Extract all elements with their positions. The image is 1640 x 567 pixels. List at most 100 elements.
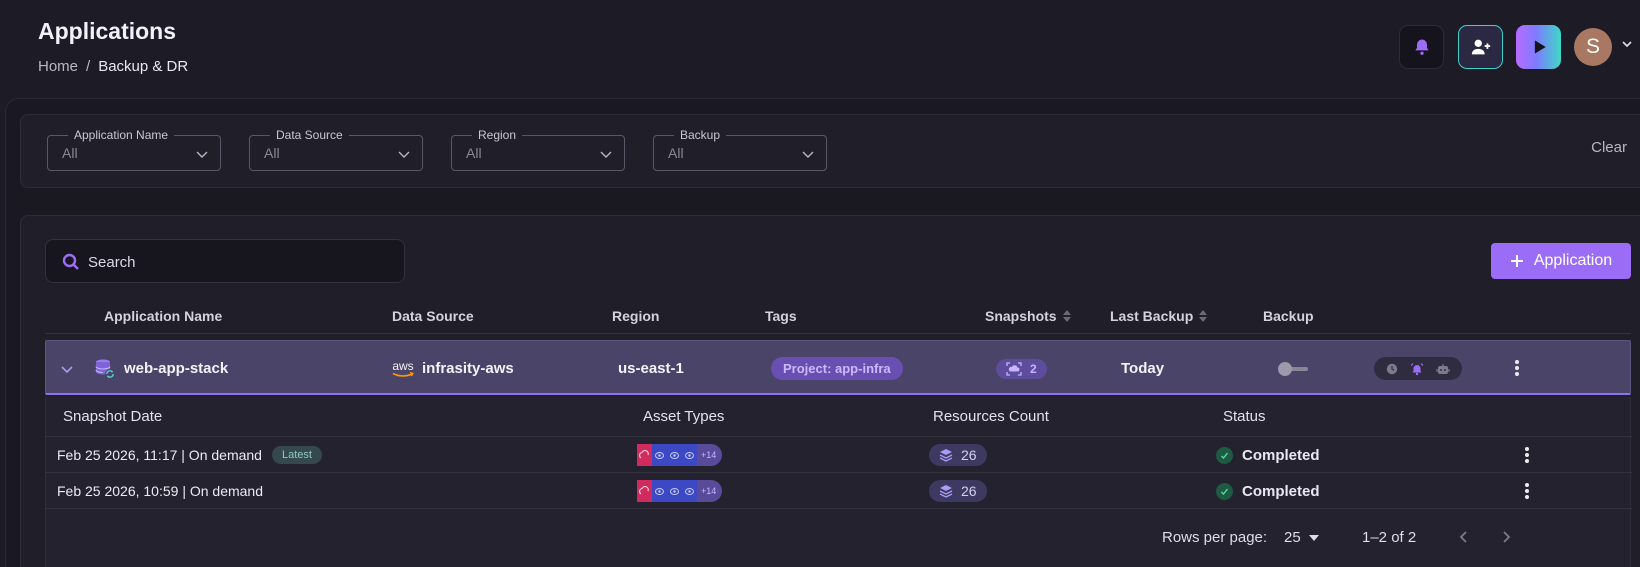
- column-header-status: Status: [1223, 408, 1266, 425]
- tag-chip[interactable]: Project: app-infra: [771, 357, 903, 380]
- search-icon: [62, 253, 79, 270]
- data-source: aws infrasity-aws: [392, 341, 514, 396]
- column-header-data-source[interactable]: Data Source: [392, 308, 474, 324]
- caret-down-icon: [1308, 534, 1319, 541]
- search-input[interactable]: [88, 251, 388, 273]
- chevron-down-icon: [196, 151, 208, 158]
- snapshots-chip[interactable]: 2: [996, 358, 1047, 379]
- data-source-name: infrasity-aws: [422, 360, 514, 377]
- filter-data-source[interactable]: Data Source All: [249, 128, 423, 171]
- cloudtrail-icon: [637, 480, 652, 502]
- database-sync-icon: [95, 359, 115, 379]
- notifications-button[interactable]: [1399, 25, 1444, 69]
- run-button[interactable]: [1516, 25, 1561, 69]
- backup-toggle[interactable]: [1278, 341, 1308, 396]
- asset-types: +14: [637, 473, 723, 509]
- application-icon: [94, 341, 116, 396]
- filter-region[interactable]: Region All: [451, 128, 625, 171]
- chevron-left-icon: [1459, 531, 1467, 543]
- snapshots-subtable: Snapshot Date Asset Types Resources Coun…: [45, 397, 1632, 567]
- table-row[interactable]: web-app-stack aws infrasity-aws us-east-…: [45, 340, 1631, 395]
- subtable-header: Snapshot Date Asset Types Resources Coun…: [46, 397, 1632, 437]
- column-header-region[interactable]: Region: [612, 308, 659, 324]
- chevron-down-icon[interactable]: [1620, 37, 1634, 51]
- clock-icon[interactable]: [1386, 363, 1398, 375]
- next-page-button[interactable]: [1500, 530, 1512, 544]
- breadcrumb: Home / Backup & DR: [38, 58, 188, 75]
- sort-icon[interactable]: [1062, 310, 1071, 322]
- database-icon: [667, 444, 682, 466]
- breadcrumb-home[interactable]: Home: [38, 58, 78, 75]
- chevron-right-icon: [1503, 531, 1511, 543]
- asset-types: +14: [637, 437, 723, 473]
- snapshots-cell: 2: [996, 341, 1047, 396]
- snapshot-row[interactable]: Feb 25 2026, 11:17 | On demand Latest +1…: [46, 437, 1632, 473]
- breadcrumb-current: Backup & DR: [98, 58, 189, 75]
- last-backup: Today: [1121, 360, 1165, 377]
- search-box: [45, 239, 405, 283]
- more-assets-count: +14: [697, 480, 723, 502]
- rows-per-page-label: Rows per page:: [1162, 529, 1268, 546]
- avatar[interactable]: S: [1574, 28, 1612, 66]
- application-name[interactable]: web-app-stack: [124, 341, 228, 396]
- snapshot-date: Feb 25 2026, 11:17 | On demand Latest: [57, 437, 322, 473]
- column-header-snapshot-date: Snapshot Date: [63, 408, 163, 425]
- layers-icon: [939, 449, 953, 462]
- snapshots-count: 2: [1030, 361, 1037, 376]
- column-header-application-name[interactable]: Application Name: [104, 308, 222, 324]
- page-range: 1–2 of 2: [1362, 529, 1417, 546]
- column-header-snapshots[interactable]: Snapshots: [985, 308, 1071, 324]
- database-icon: [682, 480, 697, 502]
- page-header: Applications Home / Backup & DR S: [0, 0, 1640, 96]
- add-application-button[interactable]: Application: [1491, 243, 1631, 279]
- column-header-resources-count: Resources Count: [933, 408, 1049, 425]
- previous-page-button[interactable]: [1458, 530, 1470, 544]
- filter-value: All: [62, 145, 78, 161]
- breadcrumb-separator: /: [86, 58, 91, 75]
- column-header-last-backup[interactable]: Last Backup: [1110, 308, 1208, 324]
- cloudtrail-icon: [637, 444, 652, 466]
- database-icon: [652, 480, 667, 502]
- plus-icon: [1510, 255, 1523, 267]
- chevron-down-icon: [600, 151, 612, 158]
- check-circle-icon: [1216, 482, 1233, 500]
- database-icon: [652, 444, 667, 466]
- snapshot-menu-button[interactable]: [1519, 481, 1535, 501]
- resources-count: 26: [929, 473, 987, 509]
- column-header-backup[interactable]: Backup: [1263, 308, 1314, 324]
- user-plus-icon: [1471, 39, 1490, 55]
- database-icon: [682, 444, 697, 466]
- play-icon: [1534, 40, 1546, 54]
- toggle-track: [1278, 361, 1308, 376]
- status: Completed: [1216, 473, 1320, 509]
- pagination: Rows per page: 25 1–2 of 2: [46, 517, 1632, 557]
- chevron-down-icon: [398, 151, 410, 158]
- snapshot-row[interactable]: Feb 25 2026, 10:59 | On demand +14 26 Co…: [46, 473, 1632, 509]
- bell-icon: [1414, 39, 1429, 55]
- filter-label: Data Source: [270, 128, 349, 142]
- resources-count: 26: [929, 437, 987, 473]
- rows-per-page-select[interactable]: 25: [1284, 529, 1319, 546]
- filter-backup[interactable]: Backup All: [653, 128, 827, 171]
- applications-panel: Application Application Name Data Source…: [20, 215, 1640, 567]
- status: Completed: [1216, 437, 1320, 473]
- invite-user-button[interactable]: [1458, 25, 1503, 69]
- filter-application-name[interactable]: Application Name All: [47, 128, 221, 171]
- clear-filters-button[interactable]: Clear: [1591, 139, 1627, 156]
- filter-label: Region: [472, 128, 523, 142]
- filter-value: All: [466, 145, 482, 161]
- filter-bar: Application Name All Data Source All Reg…: [20, 114, 1640, 188]
- latest-badge: Latest: [271, 446, 322, 464]
- sort-icon[interactable]: [1199, 310, 1208, 322]
- expand-row-button[interactable]: [60, 341, 74, 396]
- filter-label: Application Name: [68, 128, 175, 142]
- snapshot-menu-button[interactable]: [1519, 445, 1535, 465]
- table-header: Application Name Data Source Region Tags…: [45, 298, 1631, 334]
- robot-icon[interactable]: [1436, 362, 1450, 376]
- row-menu-button[interactable]: [1509, 358, 1525, 378]
- check-circle-icon: [1216, 446, 1233, 464]
- alarm-icon[interactable]: [1410, 362, 1424, 376]
- layers-icon: [939, 485, 953, 498]
- more-assets-count: +14: [697, 444, 723, 466]
- column-header-tags[interactable]: Tags: [765, 308, 797, 324]
